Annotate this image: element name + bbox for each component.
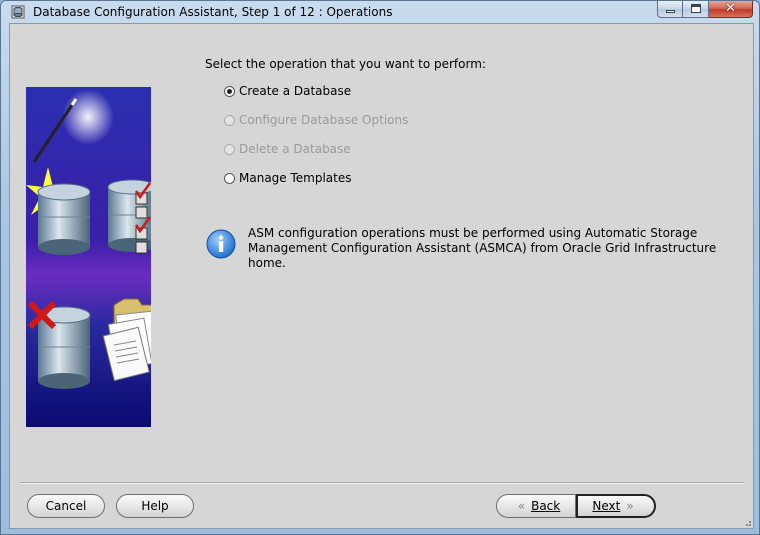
back-arrow-icon: «	[517, 499, 526, 513]
info-line: ASM configuration operations must be per…	[248, 226, 698, 240]
maximize-button[interactable]	[683, 1, 709, 18]
database-app-icon	[11, 5, 25, 19]
radio-label: Manage Templates	[239, 171, 352, 185]
radio-label: Delete a Database	[239, 142, 351, 156]
radio-button-disabled	[224, 114, 235, 126]
radio-label: Configure Database Options	[239, 113, 409, 127]
radio-button[interactable]	[224, 172, 235, 184]
footer-divider	[20, 482, 744, 484]
back-label: Back	[531, 499, 561, 513]
minimize-icon	[666, 10, 675, 13]
maximize-icon	[691, 4, 701, 13]
wizard-banner-image	[26, 87, 151, 427]
radio-create-database[interactable]: Create a Database	[224, 84, 351, 98]
window-controls: ✕	[657, 1, 753, 19]
radio-button-disabled	[224, 143, 235, 155]
title-bar[interactable]: Database Configuration Assistant, Step 1…	[1, 1, 759, 23]
next-label: Next	[592, 499, 621, 513]
database-cylinder-icon	[37, 183, 91, 255]
minimize-button[interactable]	[657, 1, 683, 18]
radio-delete-database: Delete a Database	[224, 142, 351, 156]
asm-info-message: ASM configuration operations must be per…	[248, 226, 748, 271]
cancel-button[interactable]: Cancel	[27, 494, 105, 518]
resize-grip-icon[interactable]	[743, 518, 751, 526]
close-button[interactable]: ✕	[709, 1, 753, 18]
sparkle-glow	[62, 89, 114, 145]
dbca-window: Database Configuration Assistant, Step 1…	[0, 0, 760, 535]
close-icon: ✕	[725, 1, 736, 16]
info-line: Management Configuration Assistant (ASMC…	[248, 241, 717, 270]
help-button[interactable]: Help	[116, 494, 194, 518]
window-title: Database Configuration Assistant, Step 1…	[33, 5, 393, 19]
info-icon	[206, 229, 236, 259]
operation-prompt: Select the operation that you want to pe…	[205, 57, 486, 71]
back-button[interactable]: « Back	[496, 494, 576, 518]
radio-manage-templates[interactable]: Manage Templates	[224, 171, 352, 185]
radio-configure-database-options: Configure Database Options	[224, 113, 408, 127]
client-area: Select the operation that you want to pe…	[9, 23, 754, 529]
radio-button-selected[interactable]	[224, 85, 235, 97]
next-arrow-icon: »	[626, 499, 634, 513]
radio-label: Create a Database	[239, 84, 352, 98]
next-button[interactable]: Next »	[576, 494, 656, 518]
